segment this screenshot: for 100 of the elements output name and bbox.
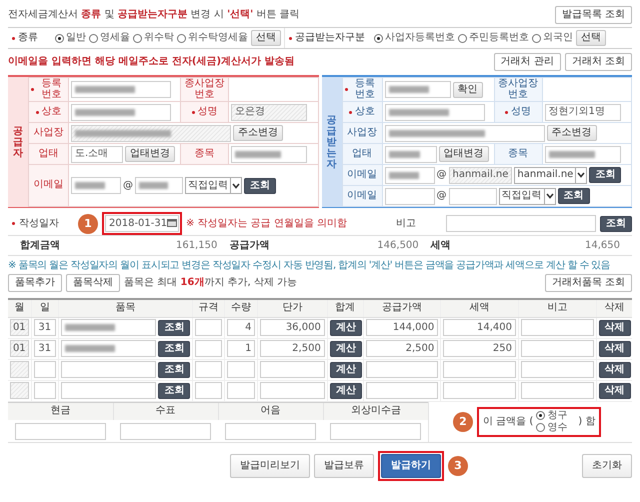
issue-action-button[interactable]: 발급미리보기	[230, 454, 310, 478]
month-field[interactable]: 01	[10, 319, 29, 336]
lookup-button[interactable]: 조회	[558, 188, 590, 204]
day-field[interactable]	[34, 382, 56, 399]
radio-button[interactable]	[536, 423, 546, 432]
business-type-field[interactable]: 도.소매	[71, 146, 123, 162]
unit-price-field[interactable]	[260, 382, 325, 399]
tax-field[interactable]: 250	[443, 340, 516, 357]
reset-button[interactable]: 초기화	[582, 454, 632, 478]
radio-button[interactable]	[89, 34, 98, 42]
delete-button[interactable]: 삭제	[598, 382, 631, 398]
memo-field[interactable]	[520, 340, 594, 357]
email-domain-select[interactable]: 직접입력	[185, 177, 242, 194]
lookup-button[interactable]: 조회	[158, 340, 190, 356]
registration-number-field[interactable]	[384, 81, 450, 98]
radio-label[interactable]: 위수탁	[144, 32, 174, 44]
item-name-field[interactable]	[60, 361, 156, 378]
memo-field[interactable]	[446, 215, 596, 232]
radio-label[interactable]: 청구	[547, 410, 568, 422]
issue-action-button[interactable]: 발급하기	[381, 454, 441, 478]
radio-label[interactable]: 주민등록번호	[469, 32, 529, 44]
day-field[interactable]: 31	[34, 340, 56, 357]
change-business-type-button[interactable]: 업태변경	[438, 146, 488, 162]
address-field[interactable]	[71, 124, 231, 142]
email-user-field[interactable]	[384, 188, 434, 204]
calculate-button[interactable]: 계산	[330, 320, 362, 336]
company-name-field[interactable]	[71, 104, 171, 120]
lookup-button[interactable]: 조회	[589, 167, 622, 183]
unit-price-field[interactable]: 36,000	[260, 319, 325, 336]
payment-field[interactable]	[225, 422, 316, 440]
address-field[interactable]	[384, 124, 544, 142]
radio-button[interactable]	[458, 34, 467, 42]
partner-button[interactable]: 거래처 조회	[564, 53, 632, 71]
email-domain-select[interactable]: 직접입력	[498, 188, 556, 204]
business-item-field[interactable]	[544, 146, 620, 162]
spec-field[interactable]	[195, 361, 222, 378]
lookup-button[interactable]: 조회	[244, 178, 276, 194]
memo-field[interactable]	[520, 382, 594, 399]
change-business-type-button[interactable]: 업태변경	[125, 146, 175, 162]
issue-action-button[interactable]: 발급보류	[314, 454, 374, 478]
radio-button[interactable]	[177, 34, 186, 42]
calendar-icon[interactable]	[167, 218, 178, 228]
radio-button[interactable]	[374, 34, 383, 42]
lookup-button[interactable]: 조회	[600, 216, 632, 232]
radio-button[interactable]	[532, 34, 541, 42]
calculate-button[interactable]: 계산	[330, 362, 362, 378]
lookup-button[interactable]: 조회	[158, 382, 190, 398]
lookup-button[interactable]: 조회	[158, 320, 190, 336]
unit-price-field[interactable]: 2,500	[260, 340, 325, 357]
radio-label[interactable]: 일반	[66, 32, 86, 44]
delete-button[interactable]: 삭제	[598, 340, 631, 356]
radio-label[interactable]: 위수탁영세율	[188, 32, 248, 44]
item-button[interactable]: 품목삭제	[66, 274, 120, 292]
select-button[interactable]: 선택	[576, 30, 606, 46]
supply-amount-field[interactable]: 144,000	[366, 319, 438, 336]
quantity-field[interactable]	[226, 361, 256, 378]
item-button[interactable]: 품목추가	[8, 274, 62, 292]
email-domain-field[interactable]: hanmail.ne	[448, 166, 512, 184]
tax-field[interactable]	[443, 361, 516, 378]
change-address-button[interactable]: 주소변경	[233, 125, 283, 141]
supply-amount-field[interactable]	[366, 382, 438, 399]
representative-name-field[interactable]: 오은경	[231, 104, 307, 120]
radio-label[interactable]: 영세율	[100, 32, 130, 44]
day-field[interactable]: 31	[34, 319, 56, 336]
calculate-button[interactable]: 계산	[330, 382, 362, 398]
radio-label[interactable]: 사업자등록번호	[385, 32, 455, 44]
business-item-field[interactable]	[231, 146, 307, 162]
payment-field[interactable]	[120, 422, 211, 440]
supply-amount-field[interactable]: 2,500	[366, 340, 438, 357]
company-name-field[interactable]	[384, 104, 484, 120]
supply-amount-field[interactable]	[366, 361, 438, 378]
payment-field[interactable]	[15, 422, 106, 440]
delete-button[interactable]: 삭제	[598, 362, 631, 378]
radio-button[interactable]	[133, 34, 142, 42]
month-field[interactable]: 01	[10, 340, 29, 357]
email-domain-select[interactable]: hanmail.ne	[514, 166, 588, 184]
registration-number-field[interactable]	[71, 81, 171, 98]
tax-field[interactable]	[443, 382, 516, 399]
item-name-field[interactable]	[60, 319, 156, 336]
email-domain-field[interactable]	[135, 177, 183, 194]
month-field[interactable]	[10, 382, 29, 399]
business-type-field[interactable]	[384, 146, 436, 162]
spec-field[interactable]	[195, 319, 222, 336]
email-user-field[interactable]	[71, 177, 121, 194]
radio-label[interactable]: 외국인	[543, 32, 573, 44]
tax-field[interactable]: 14,400	[443, 319, 516, 336]
memo-field[interactable]	[520, 361, 594, 378]
partner-button[interactable]: 거래처 관리	[494, 53, 561, 71]
spec-field[interactable]	[195, 340, 222, 357]
date-field[interactable]: 2018-01-31	[105, 215, 179, 232]
email-domain-field[interactable]	[448, 188, 496, 204]
delete-button[interactable]: 삭제	[598, 320, 631, 336]
lookup-button[interactable]: 조회	[158, 362, 190, 378]
radio-button[interactable]	[536, 411, 546, 420]
quantity-field[interactable]	[226, 382, 256, 399]
change-address-button[interactable]: 주소변경	[546, 125, 596, 141]
payment-field[interactable]	[330, 422, 421, 440]
calculate-button[interactable]: 계산	[330, 340, 362, 356]
quantity-field[interactable]: 4	[226, 319, 256, 336]
unit-price-field[interactable]	[260, 361, 325, 378]
